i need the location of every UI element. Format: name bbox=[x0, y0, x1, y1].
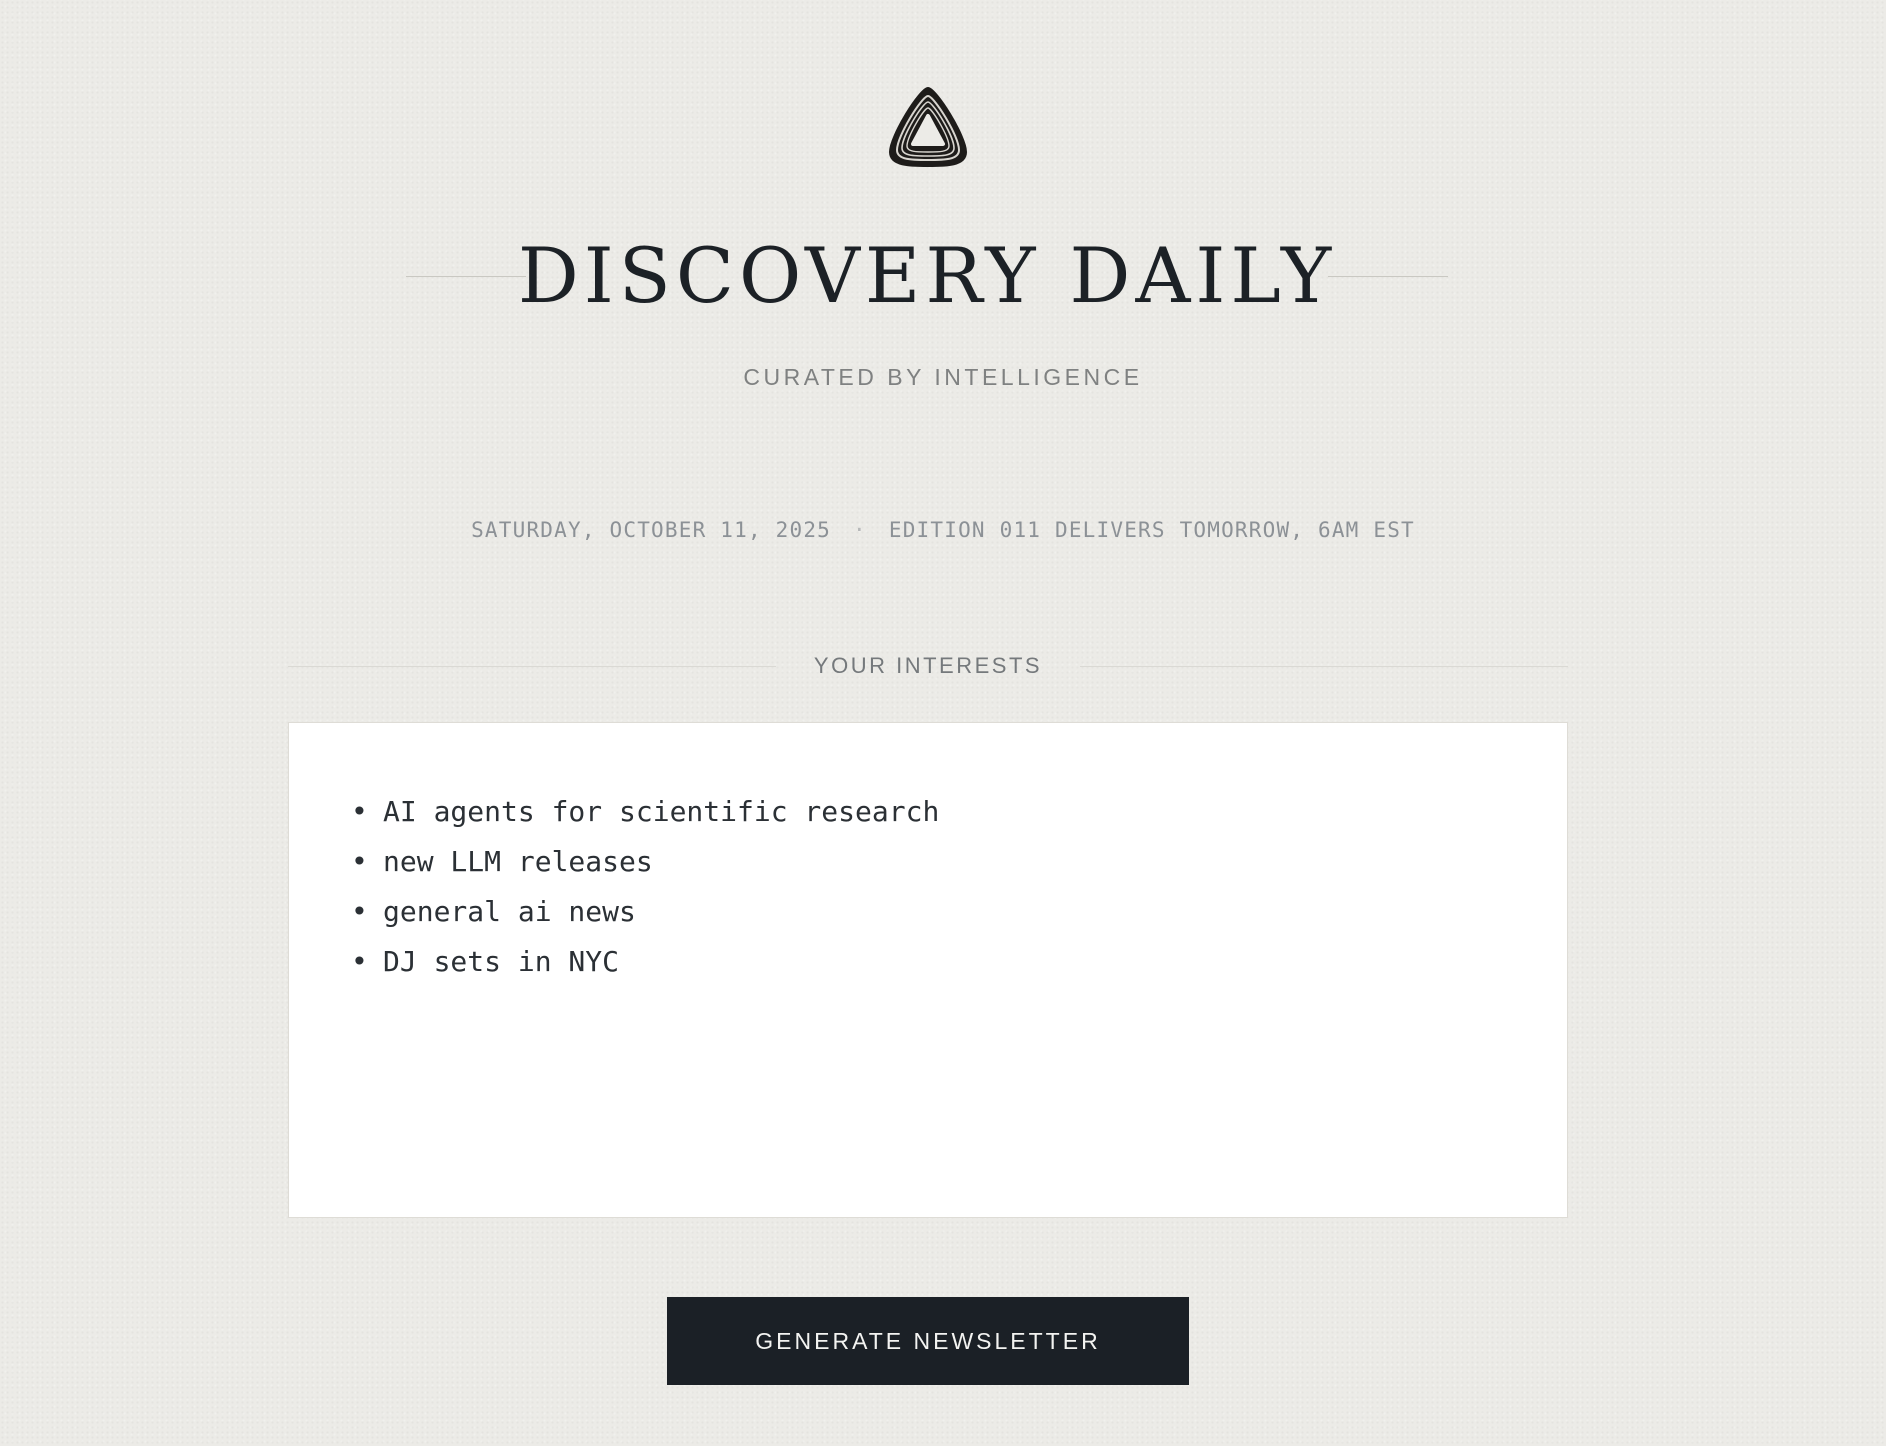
edition-info: SATURDAY, OCTOBER 11, 2025 · EDITION 011 D… bbox=[0, 518, 1886, 542]
edition-delivery: EDITION 011 DELIVERS TOMORROW, 6AM EST bbox=[888, 518, 1415, 542]
triangle-knot-logo-icon bbox=[889, 87, 967, 167]
title-rule-right bbox=[1328, 276, 1448, 277]
list-item: • AI agents for scientific research bbox=[351, 787, 939, 837]
list-item: • DJ sets in NYC bbox=[351, 937, 939, 987]
page-subtitle: CURATED BY INTELLIGENCE bbox=[743, 364, 1143, 390]
bullet: • bbox=[351, 945, 368, 978]
edition-date: SATURDAY, OCTOBER 11, 2025 bbox=[471, 518, 832, 542]
interests-list: • AI agents for scientific research • new … bbox=[351, 787, 939, 987]
interest-text: general ai news bbox=[383, 895, 636, 928]
interest-text: AI agents for scientific research bbox=[383, 795, 940, 828]
interest-text: DJ sets in NYC bbox=[383, 945, 620, 978]
bullet: • bbox=[351, 845, 368, 878]
interests-section-header: YOUR INTERESTS bbox=[288, 648, 1568, 684]
section-rule-right bbox=[1080, 666, 1568, 667]
bullet: • bbox=[351, 895, 368, 928]
generate-newsletter-button[interactable]: GENERATE NEWSLETTER bbox=[667, 1297, 1189, 1385]
page-title: DISCOVERY DAILY bbox=[517, 231, 1337, 320]
interest-text: new LLM releases bbox=[383, 845, 653, 878]
bullet: • bbox=[351, 795, 368, 828]
meta-separator: · bbox=[853, 518, 867, 542]
list-item: • new LLM releases bbox=[351, 837, 939, 887]
masthead: DISCOVERY DAILY bbox=[406, 226, 1448, 326]
interests-textarea[interactable]: • AI agents for scientific research • new … bbox=[288, 722, 1568, 1218]
list-item: • general ai news bbox=[351, 887, 939, 937]
